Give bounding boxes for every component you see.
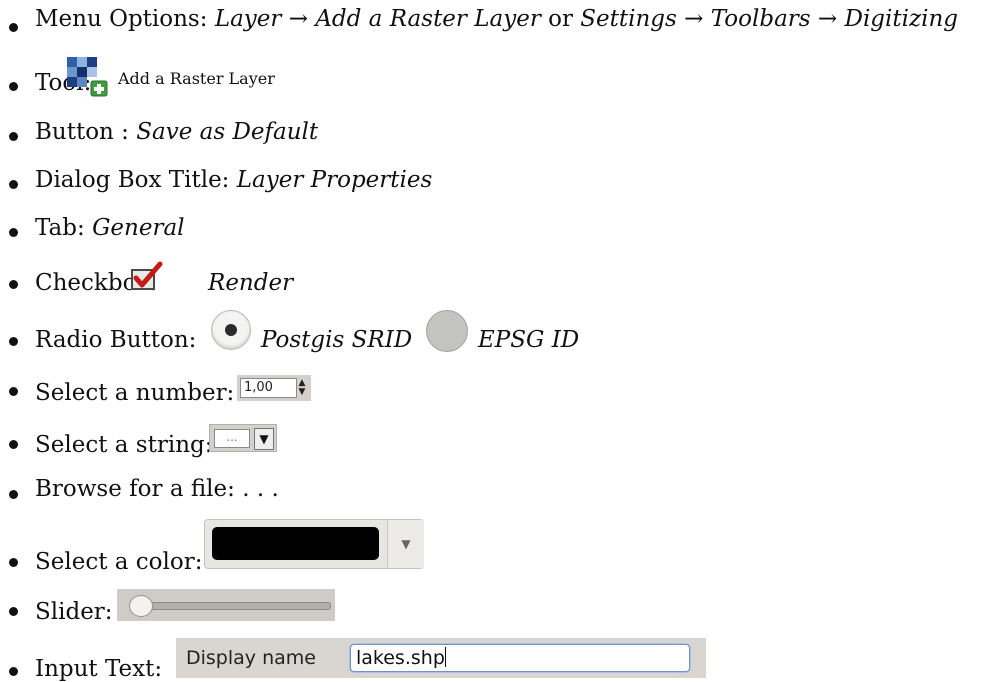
- browse-button[interactable]: . . .: [242, 476, 279, 502]
- bullet: [9, 180, 18, 189]
- input-label: Input Text:: [35, 656, 163, 682]
- dialog-label: Dialog Box Title:: [35, 167, 230, 193]
- menu-layer[interactable]: Layer: [215, 6, 282, 32]
- button-row: Button : Save as Default: [35, 119, 318, 145]
- radio-unselected-icon[interactable]: [426, 310, 468, 352]
- bullet: [9, 667, 18, 676]
- menu-digitizing[interactable]: Digitizing: [845, 6, 958, 32]
- slider-track[interactable]: [131, 602, 331, 610]
- dialog-title-value: Layer Properties: [236, 167, 433, 193]
- menu-add-raster-layer[interactable]: Add a Raster Layer: [315, 6, 541, 32]
- number-spinbox[interactable]: 1,00 ▲ ▼: [237, 375, 311, 401]
- slider-handle[interactable]: [129, 595, 153, 617]
- color-swatch: [212, 527, 379, 560]
- menu-options-label: Menu Options:: [35, 6, 208, 32]
- bullet: [9, 82, 18, 91]
- bullet: [9, 387, 18, 396]
- spin-arrows-icon[interactable]: ▲ ▼: [295, 379, 309, 397]
- display-name-panel: Display name lakes.shp: [176, 638, 706, 678]
- bullet: [9, 440, 18, 449]
- bullet: [9, 132, 18, 141]
- string-label: Select a string:: [35, 432, 213, 458]
- bullet: [9, 280, 18, 289]
- menu-options-row: Menu Options: Layer → Add a Raster Layer…: [35, 6, 958, 32]
- string-combobox[interactable]: ... ▼: [209, 424, 277, 452]
- radio-dot: [225, 324, 237, 336]
- bullet: [9, 337, 18, 346]
- slider-label: Slider:: [35, 599, 113, 625]
- arrow-right-icon: →: [288, 6, 308, 32]
- arrow-right-icon: →: [817, 6, 838, 32]
- bullet: [9, 490, 18, 499]
- tab-general[interactable]: General: [92, 215, 184, 241]
- checkbox-render-label[interactable]: Render: [208, 270, 293, 296]
- dropdown-arrow-icon[interactable]: ▼: [387, 520, 424, 568]
- display-name-label: Display name: [186, 647, 316, 669]
- color-button[interactable]: ▼: [204, 519, 424, 569]
- display-name-value: lakes.shp: [356, 647, 445, 669]
- radio-selected-icon[interactable]: [211, 310, 251, 350]
- bullet: [9, 558, 18, 567]
- menu-or-text: or: [548, 6, 573, 32]
- save-as-default-button[interactable]: Save as Default: [136, 119, 318, 145]
- dropdown-arrow-icon[interactable]: ▼: [254, 428, 274, 450]
- text-caret: [444, 647, 446, 667]
- browse-label: Browse for a file:: [35, 476, 235, 502]
- checkbox-checked-icon[interactable]: [130, 261, 164, 291]
- dialog-row: Dialog Box Title: Layer Properties: [35, 167, 432, 193]
- radio-option-epsg-id[interactable]: EPSG ID: [478, 327, 579, 353]
- arrow-right-icon: →: [684, 6, 704, 32]
- bullet: [9, 607, 18, 616]
- tab-label: Tab:: [35, 215, 85, 241]
- button-label: Button :: [35, 119, 129, 145]
- bullet: [9, 23, 18, 32]
- browse-row: Browse for a file: . . .: [35, 476, 279, 502]
- add-raster-layer-icon[interactable]: [65, 55, 109, 97]
- number-label: Select a number:: [35, 380, 235, 406]
- menu-settings[interactable]: Settings: [580, 6, 677, 32]
- radio-label: Radio Button:: [35, 327, 197, 353]
- tab-row: Tab: General: [35, 215, 185, 241]
- string-combobox-value[interactable]: ...: [214, 429, 250, 448]
- number-spinbox-value[interactable]: 1,00: [240, 378, 297, 398]
- menu-toolbars[interactable]: Toolbars: [711, 6, 811, 32]
- slider[interactable]: [117, 589, 335, 621]
- tool-caption: Add a Raster Layer: [118, 69, 275, 88]
- bullet: [9, 228, 18, 237]
- color-label: Select a color:: [35, 549, 203, 575]
- radio-option-postgis-srid[interactable]: Postgis SRID: [261, 327, 412, 353]
- display-name-input[interactable]: lakes.shp: [350, 644, 690, 672]
